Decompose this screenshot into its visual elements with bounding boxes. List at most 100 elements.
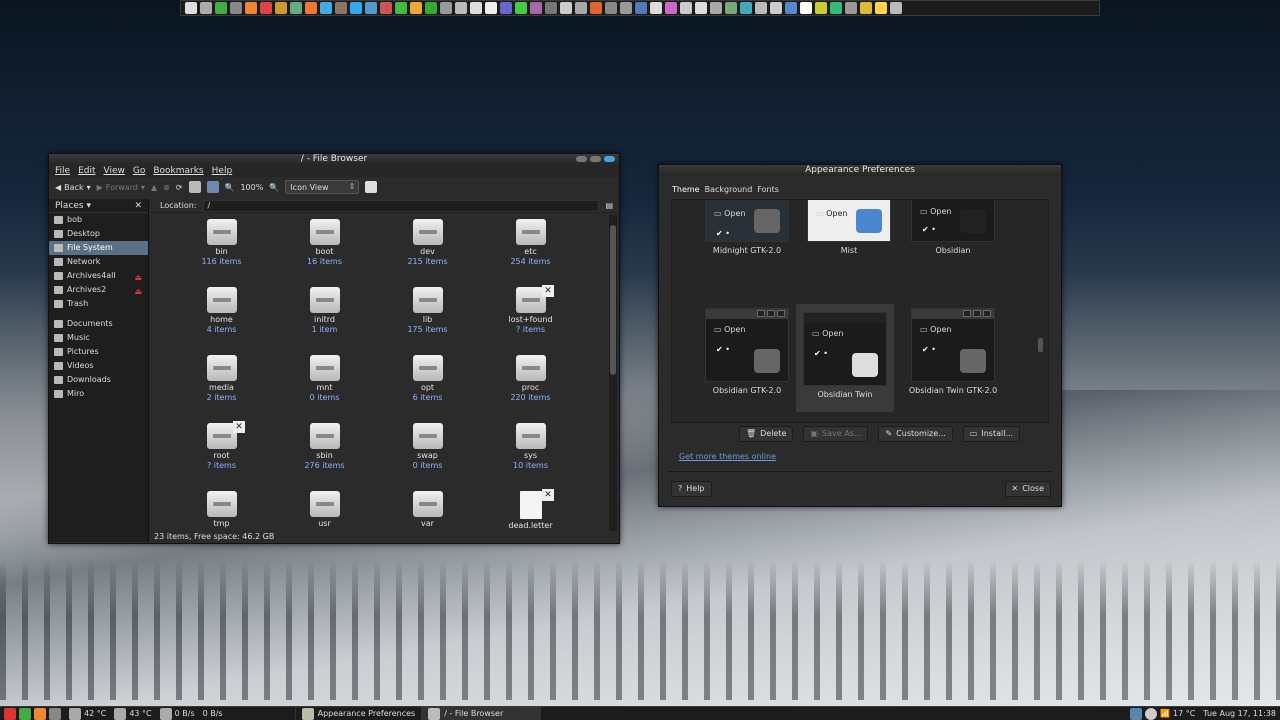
graph-icon[interactable] <box>530 2 542 14</box>
terminal-icon[interactable] <box>200 2 212 14</box>
save-as-button[interactable]: ▣ Save As... <box>803 426 869 442</box>
help-button[interactable]: ? Help <box>671 481 712 497</box>
show-desktop-icon[interactable] <box>49 707 61 720</box>
folder-icon[interactable] <box>845 2 857 14</box>
file-item[interactable]: opt 6 items <box>376 351 479 419</box>
file-item[interactable]: var <box>376 487 479 531</box>
home-button[interactable] <box>188 181 201 193</box>
task-appearance-preferences[interactable]: Appearance Preferences <box>294 707 422 720</box>
theme-obsidian-twin-gtk[interactable]: Open✔ • Obsidian Twin GTK-2.0 <box>898 300 1008 408</box>
camera-icon[interactable] <box>740 2 752 14</box>
reload-button[interactable]: ⟳ <box>176 183 183 192</box>
scrollbar-thumb[interactable] <box>610 225 616 375</box>
wrench-icon[interactable] <box>605 2 617 14</box>
sidebar-item-file-system[interactable]: File System <box>49 241 148 255</box>
file-item[interactable]: lost+found? items ✕ <box>479 283 582 351</box>
moon-icon[interactable] <box>875 2 887 14</box>
tab-background[interactable]: Background <box>704 184 754 195</box>
forward-button[interactable]: ▶ Forward ▾ <box>97 183 145 192</box>
sidebar-item-bob[interactable]: bob <box>49 213 148 227</box>
get-more-themes-link[interactable]: Get more themes online <box>679 452 776 461</box>
download-icon[interactable] <box>380 2 392 14</box>
clock-icon[interactable] <box>620 2 632 14</box>
sidebar-item-desktop[interactable]: Desktop <box>49 227 148 241</box>
monitor-icon[interactable] <box>635 2 647 14</box>
theme-mist[interactable]: Open Mist <box>800 200 898 268</box>
pen-icon[interactable] <box>440 2 452 14</box>
menu-help[interactable]: Help <box>212 165 233 177</box>
sidebar-item-pictures[interactable]: Pictures <box>49 345 148 359</box>
tab-theme[interactable]: Theme <box>671 184 701 195</box>
screen-icon[interactable] <box>800 2 812 14</box>
menu-edit[interactable]: Edit <box>78 165 95 177</box>
minimize-button[interactable] <box>576 156 587 162</box>
theme-midnight-gtk[interactable]: Open✔ • Midnight GTK-2.0 <box>698 200 796 268</box>
files-icon[interactable] <box>215 2 227 14</box>
books-icon[interactable] <box>830 2 842 14</box>
theme-obsidian-twin[interactable]: Open✔ • Obsidian Twin <box>796 304 894 412</box>
sidebar-item-trash[interactable]: Trash <box>49 297 148 311</box>
close-button[interactable]: ✕ Close <box>1004 481 1051 497</box>
file-item[interactable]: lib 175 items <box>376 283 479 351</box>
file-item[interactable]: media 2 items <box>170 351 273 419</box>
archive-icon[interactable] <box>545 2 557 14</box>
file-item[interactable]: usr <box>273 487 376 531</box>
user-icon[interactable] <box>665 2 677 14</box>
file-item[interactable]: boot 16 items <box>273 215 376 283</box>
keyboard-icon[interactable] <box>575 2 587 14</box>
close-icon[interactable]: ✕ <box>134 201 142 211</box>
file-item[interactable]: root? items ✕ <box>170 419 273 487</box>
window-titlebar[interactable]: / - File Browser <box>49 154 619 165</box>
display-icon[interactable] <box>1130 707 1143 720</box>
clock[interactable]: Tue Aug 17, 11:38 <box>1199 709 1280 718</box>
sidebar-item-documents[interactable]: Documents <box>49 317 148 331</box>
tab-fonts[interactable]: Fonts <box>756 184 780 195</box>
file-item[interactable]: tmp <box>170 487 273 531</box>
explorer-icon[interactable] <box>785 2 797 14</box>
places-dropdown[interactable]: Places ▾ <box>55 201 91 211</box>
window-titlebar[interactable]: Appearance Preferences <box>659 165 1061 176</box>
file-item[interactable]: swap 0 items <box>376 419 479 487</box>
search-button[interactable] <box>365 181 378 193</box>
app-icon[interactable] <box>680 2 692 14</box>
firefox-icon[interactable] <box>260 2 272 14</box>
close-button[interactable] <box>604 156 615 162</box>
chrome-icon[interactable] <box>395 2 407 14</box>
mail-icon[interactable] <box>695 2 707 14</box>
install-button[interactable]: ▭ Install... <box>962 426 1021 442</box>
file-item[interactable]: dev 215 items <box>376 215 479 283</box>
person-icon[interactable] <box>890 2 902 14</box>
menu-bookmarks[interactable]: Bookmarks <box>153 165 203 177</box>
sidebar-item-videos[interactable]: Videos <box>49 359 148 373</box>
file-item[interactable]: initrd 1 item <box>273 283 376 351</box>
text-icon[interactable] <box>500 2 512 14</box>
disk-icon[interactable] <box>455 2 467 14</box>
print-icon[interactable] <box>755 2 767 14</box>
skype-icon[interactable] <box>350 2 362 14</box>
theme-obsidian-gtk[interactable]: Open✔ • Obsidian GTK-2.0 <box>698 300 796 408</box>
sidebar-item-archives2[interactable]: Archives2 ⏏ <box>49 283 148 297</box>
power-icon[interactable] <box>4 707 16 720</box>
game-icon[interactable] <box>725 2 737 14</box>
file-item[interactable]: dead.letter ✕ <box>479 487 582 531</box>
globe-icon[interactable] <box>320 2 332 14</box>
menu-view[interactable]: View <box>104 165 125 177</box>
computer-button[interactable] <box>206 181 219 193</box>
delete-button[interactable]: 🗑 Delete <box>739 426 794 442</box>
customize-button[interactable]: ✎ Customize... <box>878 426 953 442</box>
location-field[interactable]: / <box>202 199 600 212</box>
zoom-out-button[interactable]: 🔍 <box>225 183 235 192</box>
file-item[interactable]: mnt 0 items <box>273 351 376 419</box>
task-file-browser[interactable]: / - File Browser <box>421 707 542 720</box>
sidebar-item-downloads[interactable]: Downloads <box>49 373 148 387</box>
back-button[interactable]: ◀ Back ▾ <box>55 183 91 192</box>
menu-file[interactable]: File <box>55 165 70 177</box>
torrent-icon[interactable] <box>425 2 437 14</box>
spreadsheet-icon[interactable] <box>19 707 31 720</box>
theme-obsidian[interactable]: Open✔ • Obsidian <box>904 200 1002 268</box>
zoom-in-button[interactable]: 🔍 <box>269 183 279 192</box>
menu-go[interactable]: Go <box>133 165 145 177</box>
stop-button[interactable]: ⊗ <box>163 183 170 192</box>
paint-icon[interactable] <box>410 2 422 14</box>
file-item[interactable]: sbin 276 items <box>273 419 376 487</box>
